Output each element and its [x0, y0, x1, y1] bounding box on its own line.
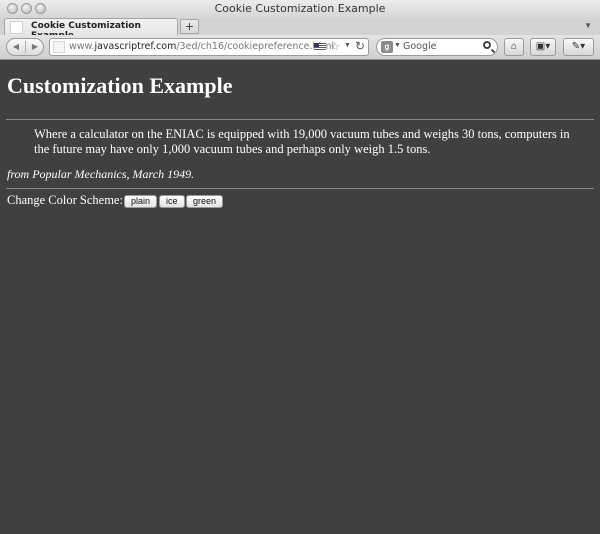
page-title: Customization Example [7, 73, 233, 98]
new-tab-button[interactable]: + [180, 19, 199, 34]
wrench-icon: ✎▾ [571, 41, 586, 52]
search-input[interactable]: Google [403, 41, 437, 52]
bookmarks-menu-button[interactable]: ▣▾ [530, 38, 556, 56]
home-icon: ⌂ [510, 41, 518, 52]
address-bar[interactable]: www.javascriptref.com/3ed/ch16/cookiepre… [49, 38, 369, 56]
top-divider [6, 119, 594, 120]
search-icon[interactable] [483, 41, 491, 49]
history-dropdown-icon[interactable]: ▼ [344, 42, 351, 49]
home-button[interactable]: ⌂ [504, 38, 524, 56]
tab-cookie-customization[interactable]: Cookie Customization Example [4, 18, 178, 41]
url-path: /3ed/ch16/cookiepreference.html [176, 41, 335, 52]
us-flag-icon [314, 43, 326, 51]
google-engine-icon[interactable]: g [381, 41, 393, 53]
bottom-divider [6, 188, 594, 189]
forward-arrow-icon[interactable]: ▶ [26, 39, 44, 55]
tab-list-chevron-down-icon[interactable]: ▼ [584, 21, 592, 30]
back-forward-group: ◀ ▶ [6, 38, 44, 56]
bookmark-star-icon[interactable]: ☆ [330, 40, 340, 53]
quote-text: Where a calculator on the ENIAC is equip… [34, 127, 570, 156]
plain-scheme-button[interactable]: plain [124, 195, 158, 208]
browser-window: Cookie Customization Example Cookie Cust… [0, 0, 600, 534]
site-identity-icon[interactable] [53, 41, 65, 53]
color-scheme-label: Change Color Scheme: [7, 193, 123, 207]
quote-source: from Popular Mechanics, March 1949. [7, 167, 195, 181]
navigation-toolbar: ◀ ▶ www.javascriptref.com/3ed/ch16/cooki… [0, 35, 600, 60]
page-content: Customization Example Where a calculator… [0, 61, 600, 534]
bookmarks-icon: ▣▾ [535, 41, 551, 52]
url-domain: javascriptref.com [94, 41, 177, 52]
url-prefix: www. [69, 41, 95, 52]
window-title: Cookie Customization Example [214, 2, 386, 15]
title-bar: Cookie Customization Example [0, 0, 600, 18]
ice-scheme-button[interactable]: ice [159, 195, 185, 208]
search-bar[interactable]: g ▼ Google [376, 38, 498, 56]
back-arrow-icon[interactable]: ◀ [7, 39, 25, 55]
green-scheme-button[interactable]: green [186, 195, 224, 208]
url-text[interactable]: www.javascriptref.com/3ed/ch16/cookiepre… [69, 41, 334, 52]
page-favicon-icon [10, 21, 23, 34]
reload-icon[interactable]: ↻ [355, 39, 365, 53]
tab-strip: Cookie Customization Example + ▼ [0, 18, 600, 41]
tools-menu-button[interactable]: ✎▾ [563, 38, 594, 56]
engine-dropdown-icon[interactable]: ▼ [394, 42, 401, 49]
